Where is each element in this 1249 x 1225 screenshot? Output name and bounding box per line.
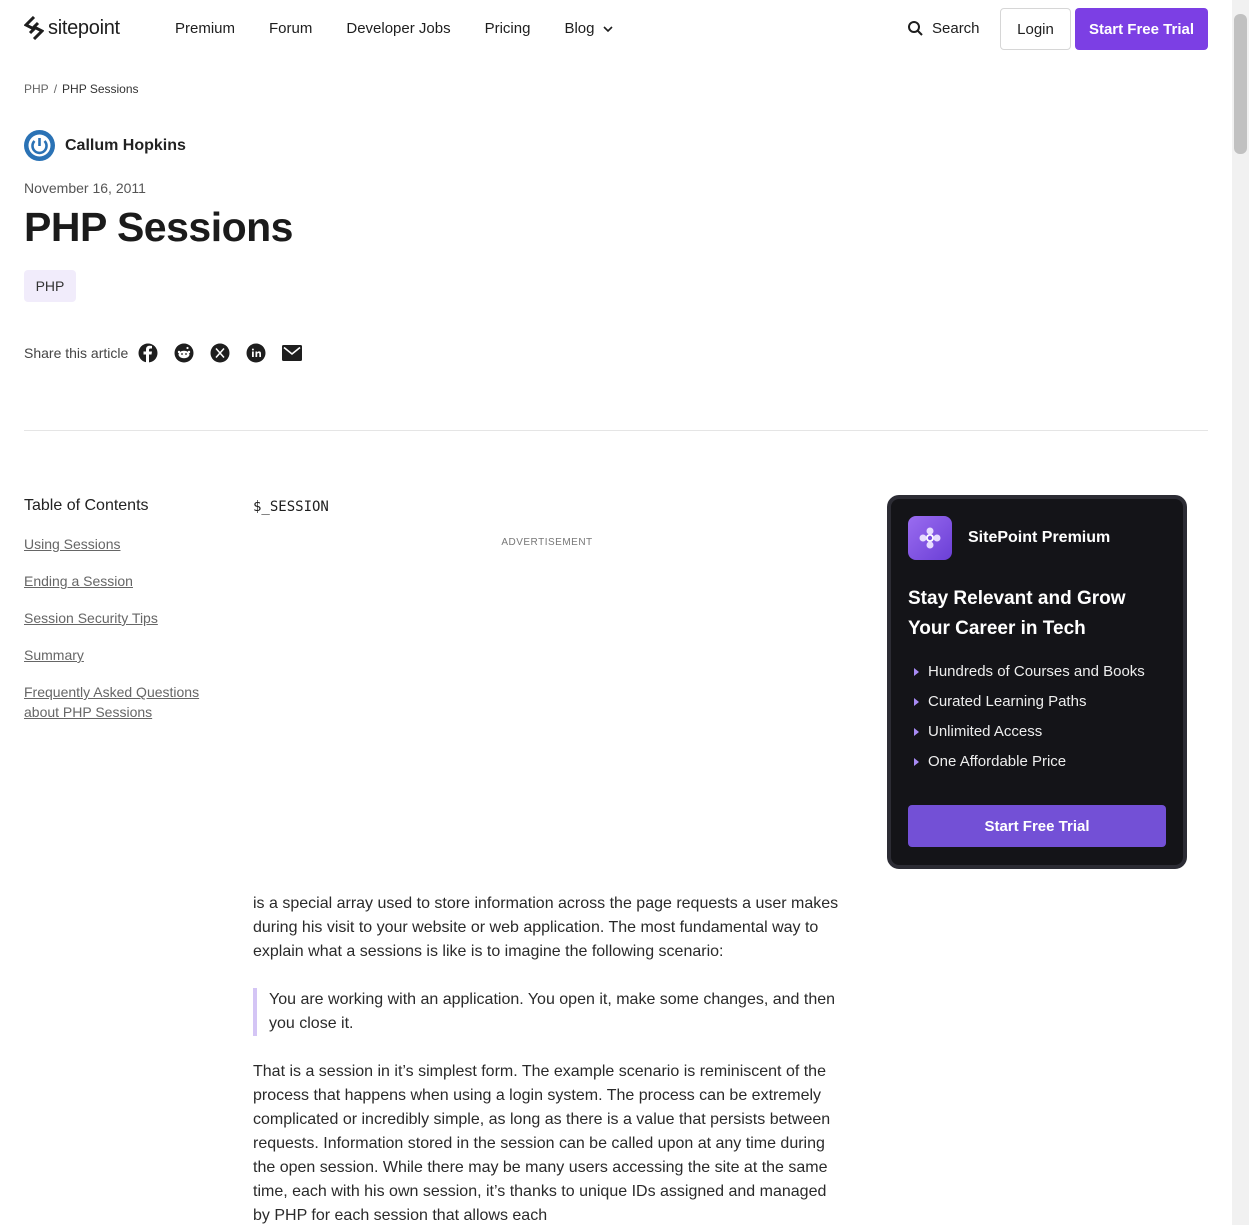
promo-benefit: Hundreds of Courses and Books	[928, 663, 1145, 680]
list-item: Curated Learning Paths	[914, 687, 1145, 717]
sitepoint-logo[interactable]: sitepoint	[24, 16, 120, 40]
search-icon	[908, 21, 923, 36]
share-label: Share this article	[24, 345, 129, 361]
publish-date: November 16, 2011	[24, 180, 146, 196]
nav-forum[interactable]: Forum	[269, 20, 312, 37]
reddit-icon[interactable]	[174, 343, 194, 363]
article-paragraph: is a special array used to store informa…	[253, 895, 839, 960]
triangle-bullet-icon	[914, 728, 919, 736]
avatar[interactable]	[24, 130, 55, 161]
triangle-bullet-icon	[914, 758, 919, 766]
tag-php[interactable]: PHP	[24, 270, 76, 302]
share-bar: Share this article	[24, 343, 318, 363]
nav-pricing[interactable]: Pricing	[485, 20, 531, 37]
toc-link-ending-a-session[interactable]: Ending a Session	[24, 571, 224, 591]
list-item: Hundreds of Courses and Books	[914, 657, 1145, 687]
nav-blog[interactable]: Blog	[564, 20, 614, 37]
page-scrollbar[interactable]	[1232, 0, 1249, 1225]
scrollbar-thumb[interactable]	[1234, 14, 1247, 154]
table-of-contents: Table of Contents Using Sessions Ending …	[24, 497, 224, 739]
promo-header: SitePoint Premium	[908, 516, 1110, 560]
triangle-bullet-icon	[914, 698, 919, 706]
search-label: Search	[932, 20, 980, 37]
site-header: sitepoint Premium Forum Developer Jobs P…	[0, 0, 1232, 58]
power-icon	[24, 130, 55, 161]
x-twitter-icon[interactable]	[210, 343, 230, 363]
article-blockquote: You are working with an application. You…	[253, 988, 843, 1036]
nav-developer-jobs[interactable]: Developer Jobs	[346, 20, 450, 37]
toc-link-summary[interactable]: Summary	[24, 645, 224, 665]
premium-logo-icon	[908, 516, 952, 560]
nav-blog-label: Blog	[564, 20, 595, 37]
advertisement-label: ADVERTISEMENT	[501, 537, 593, 548]
search-button[interactable]: Search	[907, 20, 980, 37]
promo-start-free-trial-button[interactable]: Start Free Trial	[908, 805, 1166, 847]
chevron-down-icon	[603, 25, 614, 32]
triangle-bullet-icon	[914, 668, 919, 676]
linkedin-icon[interactable]	[246, 343, 266, 363]
promo-benefit: Curated Learning Paths	[928, 693, 1087, 710]
breadcrumb-current: PHP Sessions	[62, 82, 139, 96]
page-title: PHP Sessions	[24, 204, 294, 250]
sitepoint-logo-icon	[24, 16, 44, 40]
premium-promo-card: SitePoint Premium Stay Relevant and Grow…	[887, 495, 1187, 869]
list-item: One Affordable Price	[914, 747, 1145, 777]
code-session-var: $_SESSION	[253, 499, 329, 515]
login-button[interactable]: Login	[1000, 8, 1071, 50]
author-block: Callum Hopkins	[24, 130, 186, 161]
email-icon[interactable]	[282, 343, 303, 363]
breadcrumb-parent[interactable]: PHP	[24, 82, 49, 96]
toc-title: Table of Contents	[24, 497, 149, 514]
nav-premium[interactable]: Premium	[175, 20, 235, 37]
promo-name: SitePoint Premium	[968, 529, 1111, 546]
logo-text: sitepoint	[48, 16, 120, 39]
facebook-icon[interactable]	[138, 343, 158, 363]
promo-benefits-list: Hundreds of Courses and Books Curated Le…	[914, 657, 1145, 777]
article-paragraph: That is a session in it’s simplest form.…	[253, 1063, 831, 1224]
main-nav: Premium Forum Developer Jobs Pricing Blo…	[175, 20, 614, 37]
start-free-trial-button[interactable]: Start Free Trial	[1075, 8, 1208, 50]
promo-benefit: One Affordable Price	[928, 753, 1067, 770]
breadcrumb: PHP / PHP Sessions	[24, 82, 139, 96]
toc-link-session-security-tips[interactable]: Session Security Tips	[24, 608, 224, 628]
author-name[interactable]: Callum Hopkins	[65, 137, 186, 155]
promo-benefit: Unlimited Access	[928, 723, 1043, 740]
list-item: Unlimited Access	[914, 717, 1145, 747]
toc-link-using-sessions[interactable]: Using Sessions	[24, 534, 224, 554]
breadcrumb-separator: /	[53, 82, 58, 96]
header-divider	[24, 430, 1208, 431]
promo-headline: Stay Relevant and Grow Your Career in Te…	[908, 588, 1126, 639]
toc-link-faq[interactable]: Frequently Asked Questions about PHP Ses…	[24, 682, 224, 722]
